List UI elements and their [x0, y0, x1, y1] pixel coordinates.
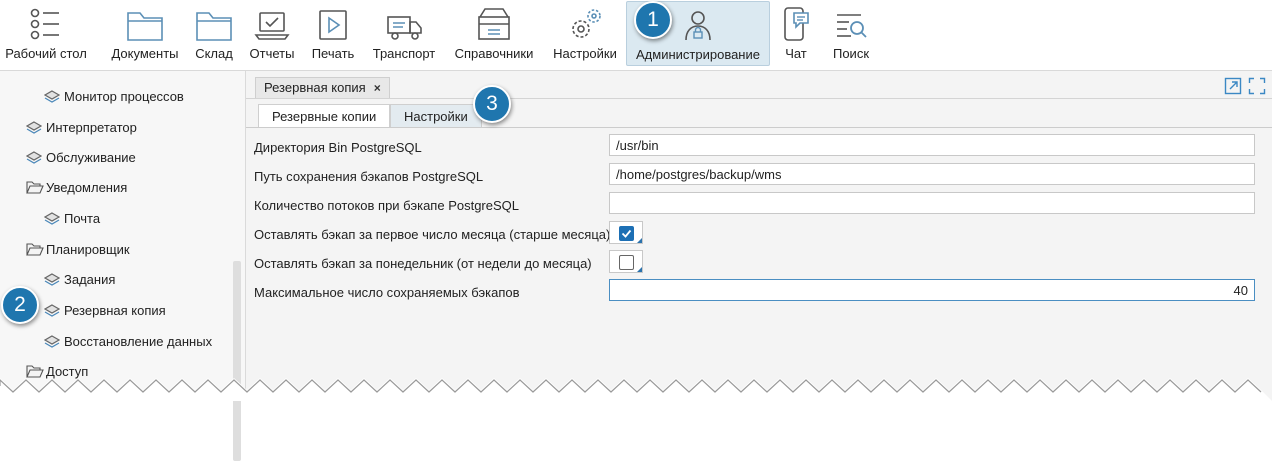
- keep-monday-label: Оставлять бэкап за понедельник (от недел…: [254, 256, 592, 271]
- toolbar-chat-label: Чат: [785, 46, 807, 61]
- annotation-badge-1: 1: [634, 1, 672, 39]
- field-corner-marker: [637, 238, 642, 243]
- document-tab-label: Резервная копия: [264, 80, 366, 95]
- toolbar-desktop-button[interactable]: Рабочий стол: [5, 0, 87, 68]
- layers-icon: [44, 88, 64, 104]
- document-tab-backup[interactable]: Резервная копия ×: [255, 77, 390, 98]
- folder-open-icon: [26, 241, 46, 257]
- form-row-keep-monday: Оставлять бэкап за понедельник (от недел…: [246, 250, 1272, 278]
- layers-icon: [44, 333, 64, 349]
- toolbar-settings-label: Настройки: [553, 46, 617, 61]
- threads-label: Количество потоков при бэкапе PostgreSQL: [254, 198, 520, 213]
- tree-item-label: Уведомления: [46, 179, 128, 195]
- check-icon: [619, 226, 634, 241]
- toolbar-transport-button[interactable]: Транспорт: [368, 0, 440, 68]
- toolbar-settings-button[interactable]: Настройки: [550, 0, 620, 68]
- field-corner-marker: [637, 267, 642, 272]
- toolbar-transport-label: Транспорт: [372, 46, 436, 61]
- tree-item-process-monitor[interactable]: Монитор процессов: [44, 85, 184, 107]
- toolbar-reports-button[interactable]: Отчеты: [246, 0, 298, 68]
- workspace-list-icon: [24, 3, 68, 43]
- tree-item-notifications[interactable]: Уведомления: [26, 176, 127, 198]
- content-area: Резервная копия × Резервные копии Настро…: [246, 71, 1272, 401]
- layers-icon: [44, 302, 64, 318]
- bin-dir-label: Директория Bin PostgreSQL: [254, 140, 422, 155]
- torn-paper-edge: [0, 378, 1272, 401]
- keep-first-checkbox[interactable]: [609, 221, 643, 244]
- phone-chat-icon: [774, 3, 818, 43]
- archive-box-icon: [472, 3, 516, 43]
- toolbar-documents-label: Документы: [111, 46, 179, 61]
- toolbar-warehouse-label: Склад: [195, 46, 233, 61]
- tree-item-maintenance[interactable]: Обслуживание: [26, 146, 136, 168]
- subtab-divider: [246, 127, 1272, 128]
- tab-backups[interactable]: Резервные копии: [258, 104, 391, 128]
- annotation-badge-2: 2: [1, 286, 39, 324]
- folder-icon: [123, 3, 167, 43]
- folder-icon: [192, 3, 236, 43]
- toolbar-print-button[interactable]: Печать: [308, 0, 358, 68]
- unchecked-box-icon: [619, 255, 634, 270]
- tree-item-label: Восстановление данных: [64, 333, 213, 349]
- window-controls: [1224, 77, 1266, 95]
- toolbar-directories-label: Справочники: [454, 46, 534, 61]
- max-backups-label: Максимальное число сохраняемых бэкапов: [254, 285, 520, 300]
- toolbar-desktop-label: Рабочий стол: [5, 46, 87, 61]
- user-lock-icon: [676, 4, 720, 44]
- toolbar-admin-label: Администрирование: [636, 47, 760, 62]
- tab-divider: [246, 98, 1272, 99]
- open-external-icon[interactable]: [1224, 77, 1242, 95]
- tree-item-label: Планировщик: [46, 241, 130, 257]
- close-icon[interactable]: ×: [374, 78, 381, 98]
- layers-icon: [44, 271, 64, 287]
- form-row-backup-path: Путь сохранения бэкапов PostgreSQL: [246, 163, 1272, 191]
- toolbar-search-label: Поиск: [832, 46, 870, 61]
- layers-icon: [26, 149, 46, 165]
- tree-item-backup[interactable]: Резервная копия: [44, 299, 166, 321]
- layers-icon: [26, 119, 46, 135]
- toolbar-directories-button[interactable]: Справочники: [450, 0, 538, 68]
- navigation-tree: Монитор процессов Интерпретатор Обслужив…: [0, 71, 246, 461]
- keep-first-label: Оставлять бэкап за первое число месяца (…: [254, 227, 611, 242]
- toolbar-warehouse-button[interactable]: Склад: [192, 0, 236, 68]
- fullscreen-icon[interactable]: [1248, 77, 1266, 95]
- tab-settings[interactable]: Настройки: [390, 104, 482, 128]
- backup-path-field[interactable]: [609, 163, 1255, 185]
- threads-field[interactable]: [609, 192, 1255, 214]
- tree-item-scheduler[interactable]: Планировщик: [26, 238, 130, 260]
- bin-dir-field[interactable]: [609, 134, 1255, 156]
- form-row-bin-dir: Директория Bin PostgreSQL: [246, 134, 1272, 162]
- toolbar-chat-button[interactable]: Чат: [778, 0, 814, 68]
- search-list-icon: [829, 3, 873, 43]
- annotation-badge-3: 3: [473, 85, 511, 123]
- toolbar-reports-label: Отчеты: [249, 46, 295, 61]
- max-backups-field[interactable]: [609, 279, 1255, 301]
- tree-item-data-restore[interactable]: Восстановление данных: [44, 330, 212, 352]
- laptop-check-icon: [250, 3, 294, 43]
- tree-item-label: Обслуживание: [46, 149, 136, 165]
- backup-path-label: Путь сохранения бэкапов PostgreSQL: [254, 169, 484, 184]
- toolbar-documents-button[interactable]: Документы: [108, 0, 182, 68]
- gears-icon: [563, 3, 607, 43]
- tree-item-label: Почта: [64, 210, 101, 226]
- form-row-keep-first: Оставлять бэкап за первое число месяца (…: [246, 221, 1272, 249]
- toolbar-print-label: Печать: [311, 46, 355, 61]
- tree-item-label: Резервная копия: [64, 302, 166, 318]
- tree-item-interpreter[interactable]: Интерпретатор: [26, 116, 137, 138]
- sidebar-scrollbar[interactable]: [233, 261, 241, 461]
- form-row-threads: Количество потоков при бэкапе PostgreSQL: [246, 192, 1272, 220]
- tree-item-tasks[interactable]: Задания: [44, 268, 115, 290]
- play-frame-icon: [311, 3, 355, 43]
- folder-open-icon: [26, 179, 46, 195]
- tree-item-mail[interactable]: Почта: [44, 207, 100, 229]
- tree-item-label: Интерпретатор: [46, 119, 137, 135]
- keep-monday-checkbox[interactable]: [609, 250, 643, 273]
- tree-item-label: Задания: [64, 271, 116, 287]
- tree-item-label: Монитор процессов: [64, 88, 184, 104]
- form-row-max-backups: Максимальное число сохраняемых бэкапов: [246, 279, 1272, 307]
- layers-icon: [44, 210, 64, 226]
- toolbar-search-button[interactable]: Поиск: [828, 0, 874, 68]
- truck-icon: [382, 3, 426, 43]
